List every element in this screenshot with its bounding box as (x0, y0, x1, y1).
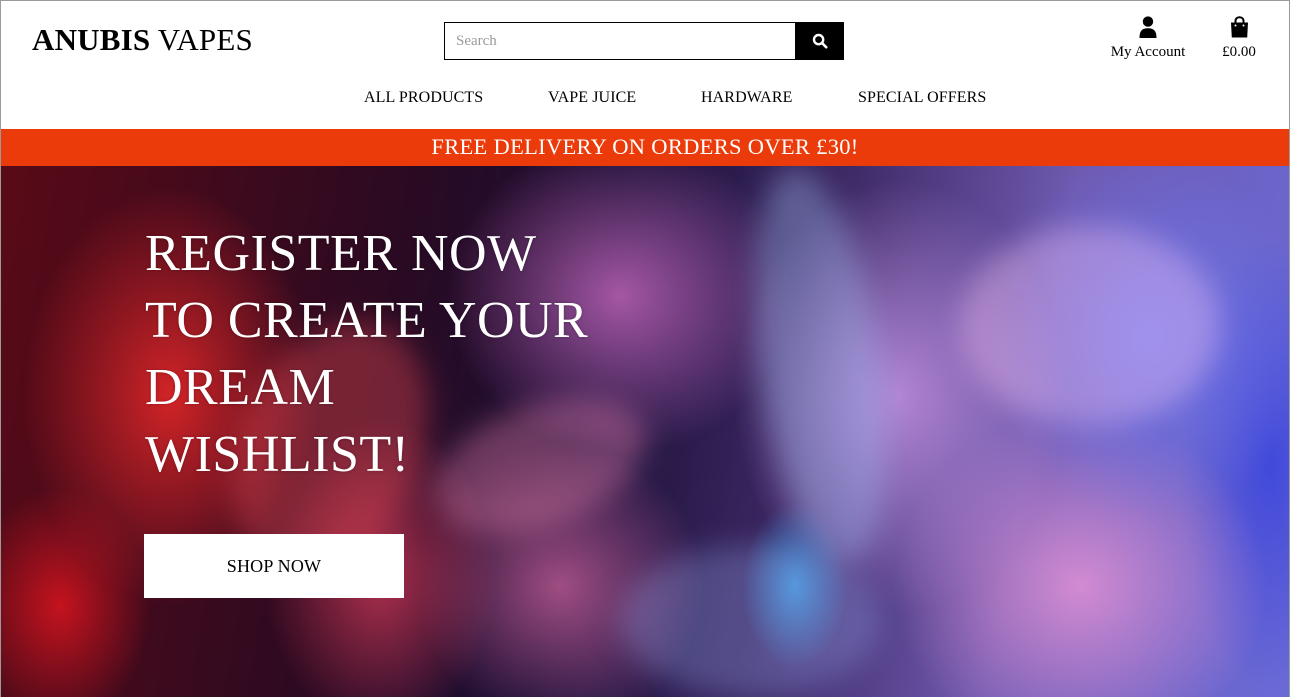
promo-text: FREE DELIVERY ON ORDERS OVER £30! (431, 134, 859, 159)
search-form (444, 22, 844, 60)
user-icon (1139, 16, 1157, 38)
bag-total: £0.00 (1222, 44, 1256, 60)
smoke-wisp (620, 546, 880, 696)
shop-now-button[interactable]: SHOP NOW (144, 534, 404, 598)
nav-all-products[interactable]: ALL PRODUCTS (364, 89, 483, 107)
shopping-bag-link[interactable]: £0.00 (1214, 14, 1264, 61)
site-header: ANUBIS VAPES My Account (0, 0, 1290, 129)
smoke-wisp (960, 226, 1220, 426)
hero-heading-line: WISHLIST! (145, 426, 410, 483)
search-input[interactable] (444, 22, 795, 60)
hero-heading-line: DREAM (145, 359, 336, 416)
promo-banner: FREE DELIVERY ON ORDERS OVER £30! (0, 129, 1290, 166)
shopping-bag-icon (1230, 16, 1248, 38)
nav-special-offers[interactable]: SPECIAL OFFERS (858, 89, 986, 107)
hero-heading: REGISTER NOW TO CREATE YOUR DREAM WISHLI… (145, 220, 665, 488)
smoke-wisp (732, 166, 908, 573)
hero-banner: REGISTER NOW TO CREATE YOUR DREAM WISHLI… (0, 166, 1290, 697)
brand-logo[interactable]: ANUBIS VAPES (32, 22, 253, 58)
hero-heading-line: TO CREATE YOUR (145, 292, 589, 349)
main-navigation: ALL PRODUCTS VAPE JUICE HARDWARE SPECIAL… (0, 89, 1290, 113)
brand-name-bold: ANUBIS (32, 22, 151, 57)
my-account-label: My Account (1110, 44, 1186, 60)
nav-hardware[interactable]: HARDWARE (701, 89, 792, 107)
search-icon (812, 33, 827, 49)
nav-vape-juice[interactable]: VAPE JUICE (548, 89, 636, 107)
search-button[interactable] (795, 22, 844, 60)
brand-name-light: VAPES (150, 22, 253, 57)
my-account-link[interactable]: My Account (1108, 14, 1188, 61)
hero-heading-line: REGISTER NOW (145, 225, 537, 282)
